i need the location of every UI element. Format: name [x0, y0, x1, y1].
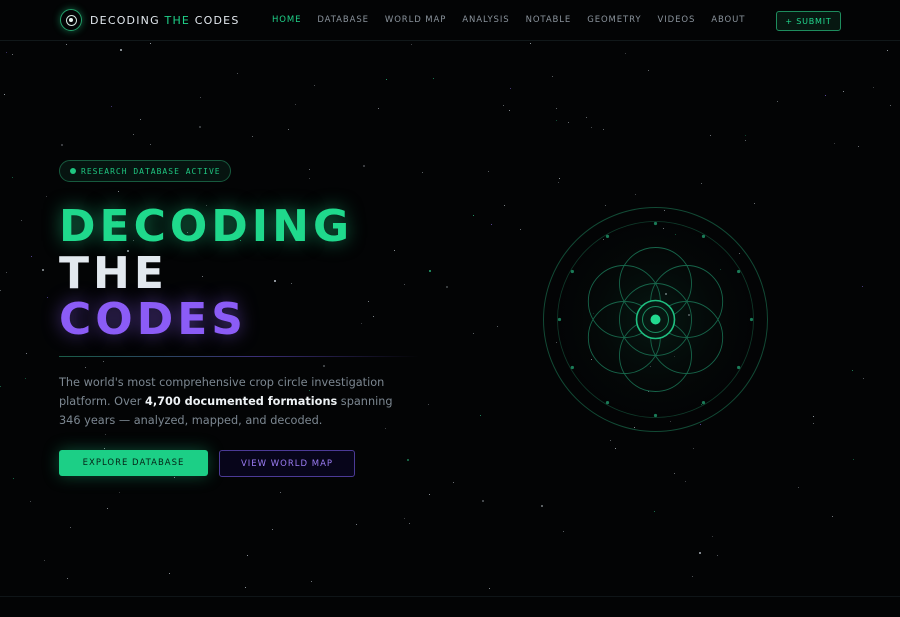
flower-of-life-glyph	[543, 207, 768, 432]
brand-logo[interactable]: DECODING THE CODES	[60, 9, 240, 31]
explore-database-button[interactable]: EXPLORE DATABASE	[59, 450, 208, 476]
nav-item-home[interactable]: HOME	[272, 15, 301, 25]
nav-item-analysis[interactable]: ANALYSIS	[462, 15, 509, 25]
hero-title-line-3: CODES	[59, 294, 247, 345]
hero-title-line-1: DECODING	[59, 201, 354, 252]
section-divider	[0, 596, 900, 597]
crop-circle-logo-icon	[60, 9, 82, 31]
nav-item-world-map[interactable]: WORLD MAP	[385, 15, 446, 25]
view-world-map-button[interactable]: VIEW WORLD MAP	[219, 450, 355, 477]
status-dot-icon	[70, 168, 76, 174]
main-menu: HOME DATABASE WORLD MAP ANALYSIS NOTABLE…	[272, 15, 761, 25]
status-badge-label: RESEARCH DATABASE ACTIVE	[81, 166, 221, 176]
hero-title-line-2: THE	[59, 248, 168, 299]
nav-item-geometry[interactable]: GEOMETRY	[587, 15, 641, 25]
nav-item-about[interactable]: ABOUT	[711, 15, 745, 25]
top-navigation: DECODING THE CODES HOME DATABASE WORLD M…	[0, 0, 900, 41]
submit-button[interactable]: + SUBMIT	[776, 11, 841, 31]
hero-description: The world's most comprehensive crop circ…	[59, 376, 393, 427]
nav-item-notable[interactable]: NOTABLE	[526, 15, 572, 25]
nav-item-database[interactable]: DATABASE	[317, 15, 369, 25]
status-badge: RESEARCH DATABASE ACTIVE	[59, 160, 231, 182]
nav-item-videos[interactable]: VIDEOS	[658, 15, 696, 25]
hero-divider	[59, 356, 419, 357]
brand-name: DECODING THE CODES	[90, 13, 240, 27]
